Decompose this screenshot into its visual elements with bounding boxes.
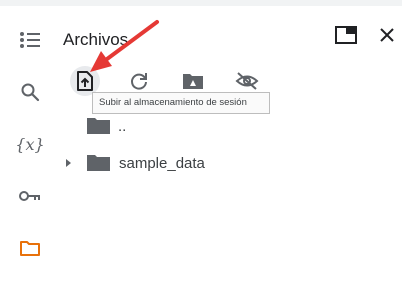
tree-parent-label: ..	[118, 117, 127, 135]
table-of-contents-icon	[20, 32, 40, 48]
folder-icon	[20, 241, 40, 256]
expand-arrow-icon[interactable]	[62, 156, 76, 170]
secrets-button[interactable]	[14, 180, 46, 212]
variables-button[interactable]: {x}	[14, 128, 46, 160]
folder-icon	[87, 155, 110, 171]
refresh-icon	[131, 73, 147, 90]
side-rail: {x}	[0, 6, 58, 292]
tree-item-label: sample_data	[119, 154, 205, 172]
close-button[interactable]	[374, 22, 400, 48]
eye-off-icon	[235, 72, 259, 90]
close-icon	[380, 28, 394, 42]
secrets-key-icon	[19, 191, 40, 201]
open-in-window-icon	[335, 26, 357, 44]
files-button[interactable]	[14, 232, 46, 264]
tree-parent-row[interactable]: ..	[86, 114, 126, 138]
drive-folder-icon	[183, 74, 203, 89]
top-border	[0, 0, 402, 6]
search-button[interactable]	[14, 76, 46, 108]
search-icon	[21, 83, 40, 102]
panel-title: Archivos	[63, 30, 129, 49]
folder-icon	[87, 118, 110, 134]
table-of-contents-button[interactable]	[14, 24, 46, 56]
tree-row-sample-data[interactable]: sample_data	[60, 151, 205, 175]
variables-icon: {x}	[15, 134, 45, 154]
open-in-tab-button[interactable]	[333, 22, 359, 48]
upload-tooltip: Subir al almacenamiento de sesión	[92, 92, 270, 114]
upload-file-icon	[77, 71, 93, 91]
